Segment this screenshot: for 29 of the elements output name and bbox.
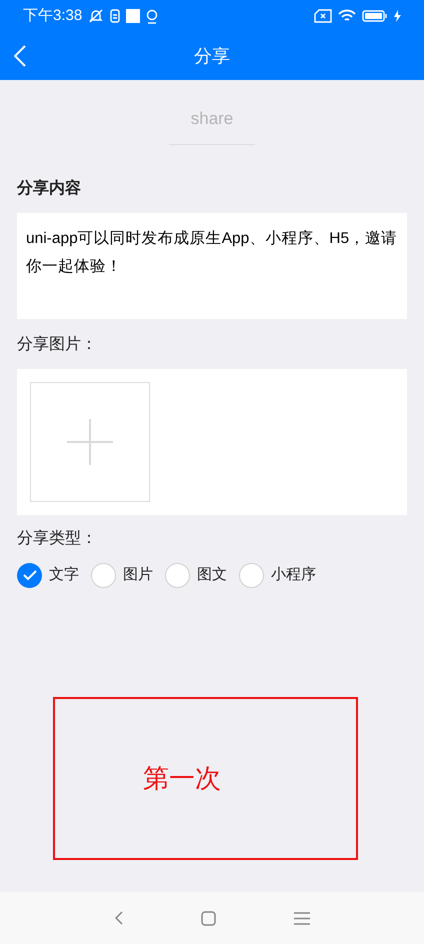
- charging-icon: [394, 10, 401, 22]
- option-label: 图文: [197, 564, 227, 585]
- sim-error-icon: [314, 9, 332, 23]
- square-icon: [126, 9, 140, 23]
- section-label: 分享图片：: [16, 334, 98, 354]
- share-heading: share: [168, 106, 256, 144]
- sim-icon: [110, 9, 120, 23]
- option-label: 图片: [123, 564, 153, 585]
- radio-button[interactable]: [165, 562, 190, 588]
- annotation-text: 第一次: [143, 762, 221, 794]
- section-label: 分享内容: [16, 178, 82, 198]
- back-nav-icon[interactable]: [114, 911, 122, 925]
- home-nav-icon[interactable]: [200, 910, 216, 926]
- menu-icon[interactable]: [294, 912, 310, 924]
- wifi-icon: [338, 9, 356, 23]
- option-label: 小程序: [271, 564, 316, 585]
- radio-button[interactable]: [239, 562, 264, 588]
- section-label: 分享类型：: [16, 528, 98, 548]
- status-time: 下午3:38: [23, 6, 82, 26]
- content-text-area[interactable]: uni-app可以同时发布成原生App、小程序、H5，邀请你一起体验！: [17, 212, 407, 318]
- check-icon: [22, 569, 36, 581]
- option-label: 文字: [49, 564, 79, 585]
- location-icon: [146, 8, 158, 24]
- radio-button[interactable]: [91, 562, 116, 588]
- mute-icon: [88, 8, 104, 24]
- battery-icon: [362, 9, 388, 23]
- page-title: 分享: [194, 44, 230, 68]
- radio-button[interactable]: [17, 562, 42, 588]
- plus-icon: [67, 418, 113, 464]
